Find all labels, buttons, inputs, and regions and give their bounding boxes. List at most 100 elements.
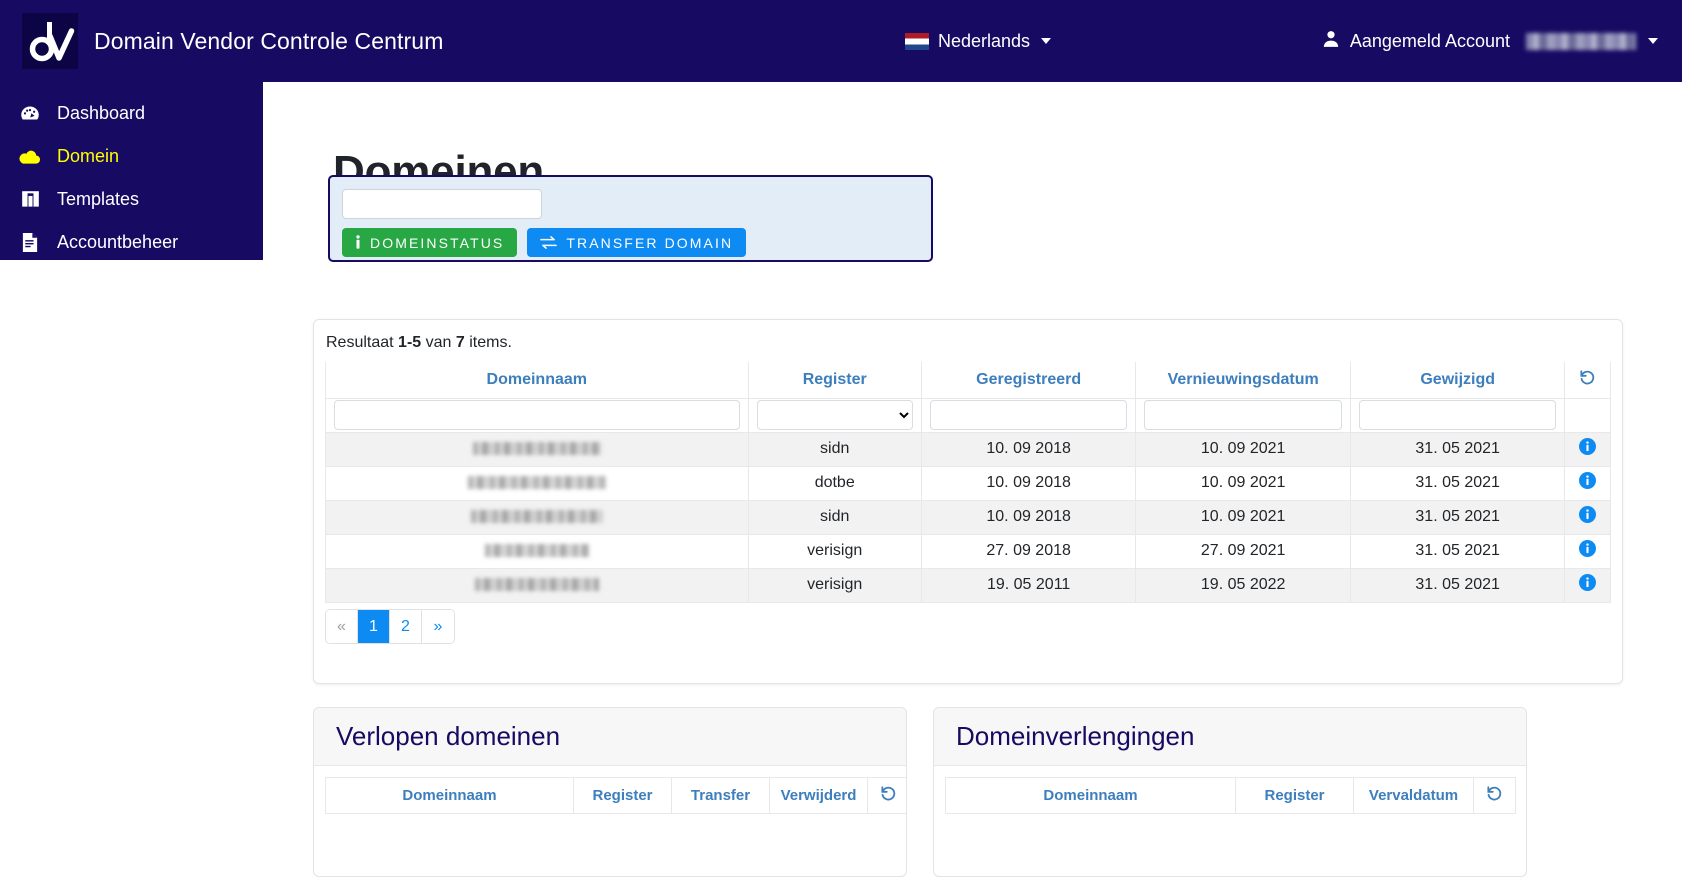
domeinstatus-button[interactable]: DOMEINSTATUS	[342, 228, 518, 257]
filter-cell-actions	[1564, 397, 1611, 433]
filter-input-vernieuwingsdatum[interactable]	[1144, 400, 1342, 430]
table-row[interactable]: verisign 27. 09 2018 27. 09 2021 31. 05 …	[325, 533, 1611, 569]
filter-input-domeinnaam[interactable]	[334, 400, 740, 430]
cell-vernieuwingsdatum: 10. 09 2021	[1135, 465, 1351, 501]
cell-info[interactable]	[1564, 499, 1611, 535]
domains-table: Domeinnaam Register Geregistreerd Vernie…	[325, 362, 1611, 603]
info-icon	[355, 235, 361, 250]
cloud-icon	[19, 147, 41, 167]
column-header-register[interactable]: Register	[1235, 777, 1354, 814]
info-circle-icon[interactable]	[1579, 506, 1597, 523]
pagination-page-2[interactable]: 2	[390, 610, 422, 643]
reset-icon[interactable]	[880, 785, 897, 802]
results-prefix: Resultaat	[326, 334, 399, 351]
cell-gewijzigd: 31. 05 2021	[1349, 431, 1566, 467]
cell-domeinnaam	[325, 533, 749, 569]
cell-vernieuwingsdatum: 27. 09 2021	[1135, 533, 1351, 569]
cell-gewijzigd: 31. 05 2021	[1349, 465, 1566, 501]
table-row[interactable]: dotbe 10. 09 2018 10. 09 2021 31. 05 202…	[325, 465, 1611, 501]
sidebar-item-templates[interactable]: Templates	[0, 178, 263, 221]
brand[interactable]: Domain Vendor Controle Centrum	[0, 13, 443, 69]
language-selector[interactable]: Nederlands	[905, 0, 1052, 82]
domain-renewals-table: Domeinnaam Register Vervaldatum	[945, 777, 1516, 814]
table-row[interactable]: sidn 10. 09 2018 10. 09 2021 31. 05 2021	[325, 499, 1611, 535]
cell-geregistreerd: 27. 09 2018	[920, 533, 1137, 569]
account-menu[interactable]: Aangemeld Account	[1322, 0, 1658, 82]
sidebar-item-accountbeheer[interactable]: Accountbeheer	[0, 221, 263, 264]
column-header-gewijzigd[interactable]: Gewijzigd	[1349, 362, 1566, 399]
gauge-icon	[19, 104, 41, 124]
reset-icon[interactable]	[1579, 369, 1596, 386]
table-header-row: Domeinnaam Register Transfer Verwijderd	[325, 777, 906, 814]
column-header-transfer[interactable]: Transfer	[671, 777, 770, 814]
panel-header: Domeinverlengingen	[934, 708, 1526, 766]
column-header-register[interactable]: Register	[573, 777, 672, 814]
table-row[interactable]: verisign 19. 05 2011 19. 05 2022 31. 05 …	[325, 567, 1611, 603]
column-header-domeinnaam[interactable]: Domeinnaam	[325, 777, 574, 814]
filter-input-geregistreerd[interactable]	[929, 400, 1128, 430]
info-circle-icon[interactable]	[1579, 438, 1597, 455]
domain-name-redacted	[467, 476, 606, 490]
user-icon	[1322, 30, 1340, 53]
pagination-page-1[interactable]: 1	[358, 610, 390, 643]
pagination-next[interactable]: »	[422, 610, 454, 643]
sidebar: Dashboard Domein Templates Accountbeheer	[0, 82, 263, 260]
sidebar-item-label: Dashboard	[57, 103, 146, 123]
domain-name-redacted	[474, 578, 599, 592]
filter-select-register[interactable]	[756, 400, 913, 430]
cell-domeinnaam	[325, 567, 749, 603]
table-filter-row	[325, 397, 1611, 433]
pagination-prev[interactable]: «	[326, 610, 358, 643]
results-suffix: items.	[464, 334, 512, 351]
reset-filters-header[interactable]	[1564, 362, 1611, 399]
cell-gewijzigd: 31. 05 2021	[1349, 499, 1566, 535]
cell-geregistreerd: 10. 09 2018	[920, 465, 1137, 501]
info-circle-icon[interactable]	[1579, 540, 1597, 557]
cell-info[interactable]	[1564, 533, 1611, 569]
column-header-domeinnaam[interactable]: Domeinnaam	[325, 362, 749, 399]
dv-logo-icon	[22, 13, 78, 69]
table-row[interactable]: sidn 10. 09 2018 10. 09 2021 31. 05 2021	[325, 431, 1611, 467]
domain-search-input[interactable]	[342, 189, 542, 219]
chevron-down-icon	[1041, 38, 1052, 44]
cell-gewijzigd: 31. 05 2021	[1349, 533, 1566, 569]
top-header-bar: Domain Vendor Controle Centrum Nederland…	[0, 0, 1682, 82]
info-circle-icon[interactable]	[1579, 574, 1597, 591]
cell-info[interactable]	[1564, 567, 1611, 603]
cell-register: sidn	[747, 431, 922, 467]
cell-info[interactable]	[1564, 465, 1611, 501]
panel-header: Verlopen domeinen	[314, 708, 906, 766]
domeinstatus-label: DOMEINSTATUS	[370, 234, 505, 251]
sidebar-item-label: Accountbeheer	[57, 232, 179, 252]
column-header-vervaldatum[interactable]: Vervaldatum	[1353, 777, 1474, 814]
transfer-domain-button[interactable]: TRANSFER DOMAIN	[527, 228, 747, 257]
reset-filters-header[interactable]	[867, 777, 906, 814]
columns-icon	[19, 190, 41, 209]
cell-register: dotbe	[747, 465, 922, 501]
column-header-register[interactable]: Register	[747, 362, 922, 399]
reset-filters-header[interactable]	[1473, 777, 1516, 814]
filter-input-gewijzigd[interactable]	[1358, 400, 1557, 430]
domain-renewals-panel: Domeinverlengingen Domeinnaam Register V…	[933, 707, 1527, 877]
panel-title: Domeinverlengingen	[956, 721, 1195, 751]
language-label: Nederlands	[938, 30, 1031, 51]
sidebar-item-label: Domein	[57, 146, 120, 166]
reset-icon[interactable]	[1486, 785, 1503, 802]
column-header-verwijderd[interactable]: Verwijderd	[769, 777, 868, 814]
cell-info[interactable]	[1564, 431, 1611, 467]
panel-title: Verlopen domeinen	[336, 721, 561, 751]
column-header-vernieuwingsdatum[interactable]: Vernieuwingsdatum	[1135, 362, 1351, 399]
chevron-down-icon	[1648, 38, 1658, 44]
info-circle-icon[interactable]	[1579, 472, 1597, 489]
exchange-icon	[540, 235, 558, 250]
invoice-icon	[19, 233, 41, 252]
column-header-geregistreerd[interactable]: Geregistreerd	[920, 362, 1137, 399]
domain-name-redacted	[470, 510, 603, 524]
brand-title: Domain Vendor Controle Centrum	[94, 27, 444, 54]
sidebar-item-dashboard[interactable]: Dashboard	[0, 92, 263, 135]
account-label: Aangemeld Account	[1349, 30, 1510, 51]
sidebar-item-domein[interactable]: Domein	[0, 135, 263, 178]
column-header-domeinnaam[interactable]: Domeinnaam	[945, 777, 1236, 814]
cell-domeinnaam	[325, 499, 749, 535]
filter-cell-gewijzigd	[1349, 397, 1566, 433]
